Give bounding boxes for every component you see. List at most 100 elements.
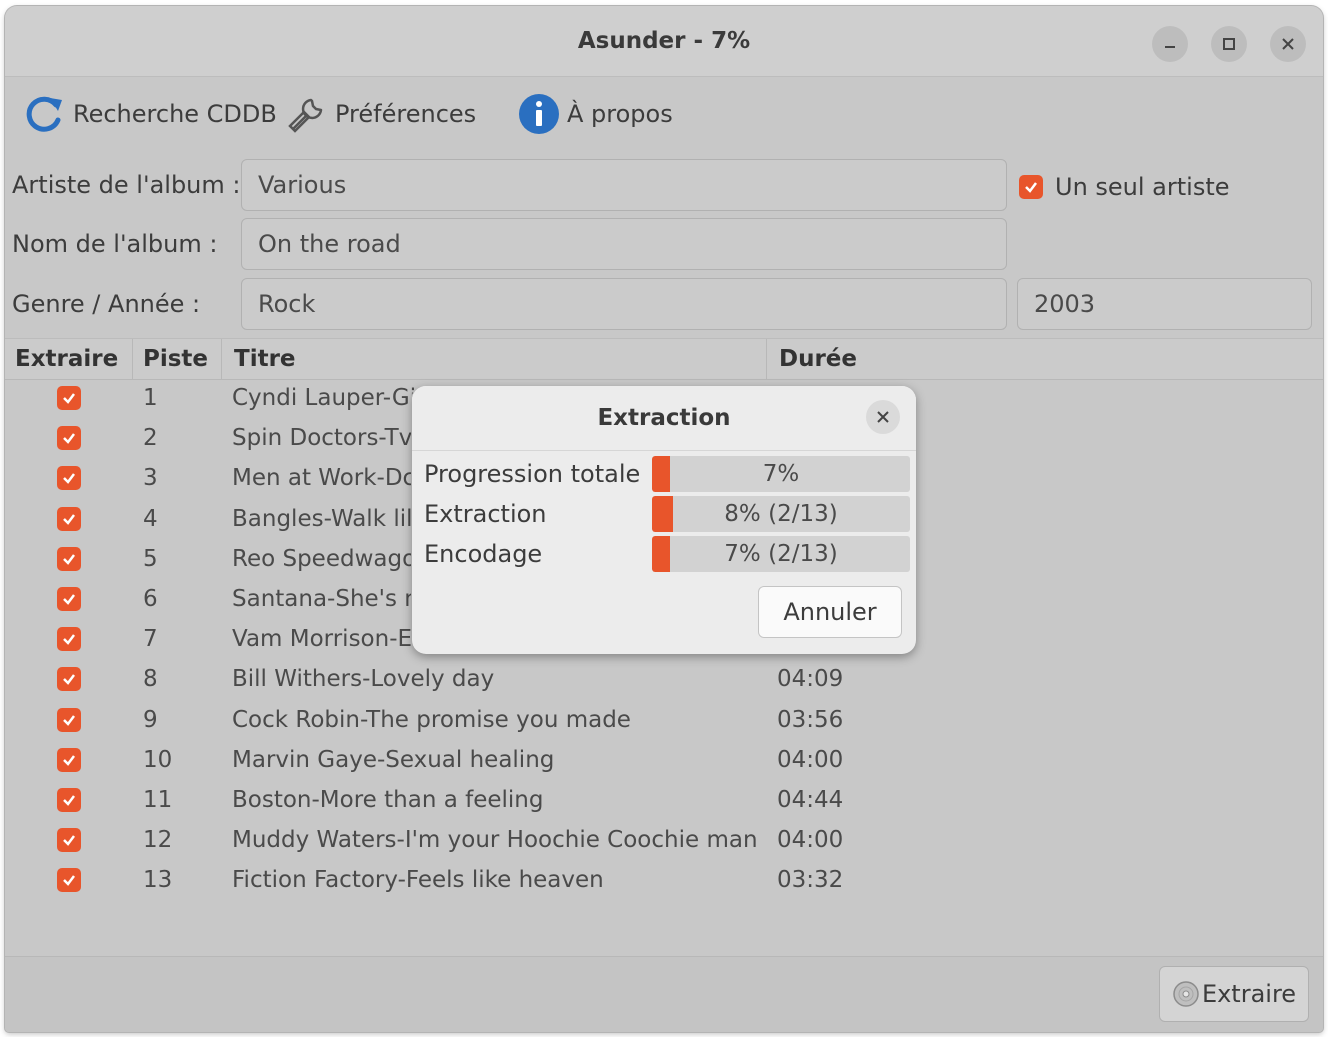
track-duration: 04:09 <box>777 666 844 693</box>
bottom-bar: Extraire <box>5 956 1323 1032</box>
artist-field[interactable]: Various <box>241 159 1007 211</box>
track-title[interactable]: Santana-She's n <box>232 579 419 619</box>
maximize-icon <box>1223 38 1235 50</box>
track-number: 4 <box>143 505 158 532</box>
track-title[interactable]: Vam Morrison-E <box>232 619 412 659</box>
single-artist-checkbox[interactable]: Un seul artiste <box>1019 173 1230 201</box>
track-title[interactable]: Bill Withers-Lovely day <box>232 659 494 699</box>
dialog-close-button[interactable] <box>866 400 900 434</box>
track-table-header: Extraire Piste Titre Durée <box>5 338 1323 380</box>
toolbar: Recherche CDDB Préférences À propos <box>5 76 1323 154</box>
column-duration[interactable]: Durée <box>767 339 1323 379</box>
extraction-progress-label: Extraction <box>424 500 547 528</box>
track-number: 12 <box>143 827 173 854</box>
genre-field[interactable]: Rock <box>241 278 1007 330</box>
year-field[interactable]: 2003 <box>1017 278 1312 330</box>
dialog-title: Extraction <box>597 405 731 431</box>
column-title[interactable]: Titre <box>222 339 767 379</box>
close-icon <box>1282 38 1294 50</box>
extract-checkbox[interactable] <box>57 828 81 853</box>
table-row[interactable]: 13 Fiction Factory-Feels like heaven 03:32 <box>5 860 1323 900</box>
extract-checkbox[interactable] <box>57 386 81 410</box>
album-label: Nom de l'album : <box>12 230 218 258</box>
minimize-button[interactable] <box>1152 26 1188 62</box>
track-title[interactable]: Muddy Waters-I'm your Hoochie Coochie ma… <box>232 820 758 860</box>
extract-checkbox[interactable] <box>57 707 81 732</box>
encoding-progress-bar: 7% (2/13) <box>652 536 910 572</box>
single-artist-label: Un seul artiste <box>1055 173 1230 201</box>
extract-checkbox[interactable] <box>57 868 81 893</box>
about-label: À propos <box>567 100 673 128</box>
extract-checkbox[interactable] <box>57 627 81 652</box>
total-progress-label: Progression totale <box>424 460 641 488</box>
track-title[interactable]: Fiction Factory-Feels like heaven <box>232 860 604 900</box>
cancel-button[interactable]: Annuler <box>758 586 902 638</box>
column-track[interactable]: Piste <box>133 339 222 379</box>
dialog-header: Extraction <box>412 386 916 451</box>
preferences-label: Préférences <box>335 100 477 128</box>
extract-checkbox[interactable] <box>57 466 81 491</box>
track-duration: 03:56 <box>777 706 844 733</box>
track-duration: 04:00 <box>777 827 844 854</box>
extract-checkbox[interactable] <box>57 426 81 451</box>
extract-checkbox[interactable] <box>57 788 81 812</box>
track-number: 11 <box>143 787 173 813</box>
track-title[interactable]: Bangles-Walk lil <box>232 499 413 539</box>
total-progress-text: 7% <box>762 461 800 487</box>
preferences-button[interactable]: Préférences <box>285 92 476 136</box>
track-number: 1 <box>143 385 158 411</box>
track-title[interactable]: Marvin Gaye-Sexual healing <box>232 740 554 780</box>
extraction-dialog: Extraction Progression totale 7% Extract… <box>412 386 916 654</box>
cd-icon <box>1173 981 1199 1007</box>
track-duration: 04:00 <box>777 746 844 773</box>
track-duration: 04:44 <box>777 787 844 813</box>
refresh-icon <box>26 96 62 132</box>
title-bar: Asunder - 7% <box>5 6 1323 77</box>
track-duration: 03:32 <box>777 867 844 894</box>
track-number: 7 <box>143 626 158 653</box>
track-title[interactable]: Boston-More than a feeling <box>232 780 543 820</box>
minimize-icon <box>1165 46 1175 48</box>
track-number: 13 <box>143 867 173 894</box>
about-button[interactable]: À propos <box>517 92 673 136</box>
maximize-button[interactable] <box>1211 26 1247 62</box>
extract-checkbox[interactable] <box>57 546 81 571</box>
track-number: 10 <box>143 746 173 773</box>
track-number: 2 <box>143 425 158 452</box>
track-title[interactable]: Cock Robin-The promise you made <box>232 700 631 740</box>
checkbox-checked-icon <box>1019 175 1043 199</box>
track-title[interactable]: Cyndi Lauper-Gi <box>232 378 416 418</box>
total-progress-bar: 7% <box>652 456 910 492</box>
artist-label: Artiste de l'album : <box>12 171 241 199</box>
table-row[interactable]: 9 Cock Robin-The promise you made 03:56 <box>5 700 1323 740</box>
extraction-progress-text: 8% (2/13) <box>724 501 838 527</box>
track-number: 9 <box>143 706 158 733</box>
extract-checkbox[interactable] <box>57 587 81 611</box>
album-field[interactable]: On the road <box>241 218 1007 270</box>
wrench-icon <box>288 98 323 133</box>
track-number: 5 <box>143 545 158 572</box>
track-number: 3 <box>143 465 158 492</box>
track-number: 8 <box>143 666 158 693</box>
track-title[interactable]: Reo Speedwago <box>232 539 416 579</box>
table-row[interactable]: 8 Bill Withers-Lovely day 04:09 <box>5 659 1323 699</box>
table-row[interactable]: 12 Muddy Waters-I'm your Hoochie Coochie … <box>5 820 1323 860</box>
genre-year-label: Genre / Année : <box>12 290 201 318</box>
extract-button[interactable]: Extraire <box>1159 966 1309 1022</box>
extraction-progress-bar: 8% (2/13) <box>652 496 910 532</box>
track-title[interactable]: Spin Doctors-Tv <box>232 418 412 458</box>
window-title: Asunder - 7% <box>577 28 751 54</box>
close-button[interactable] <box>1270 26 1306 62</box>
table-row[interactable]: 11 Boston-More than a feeling 04:44 <box>5 780 1323 820</box>
track-title[interactable]: Men at Work-Dc <box>232 458 415 498</box>
extract-checkbox[interactable] <box>57 506 81 531</box>
extract-button-label: Extraire <box>1201 980 1297 1008</box>
cddb-lookup-button[interactable]: Recherche CDDB <box>23 92 277 136</box>
extract-checkbox[interactable] <box>57 667 81 692</box>
table-row[interactable]: 10 Marvin Gaye-Sexual healing 04:00 <box>5 740 1323 780</box>
cddb-label: Recherche CDDB <box>73 100 277 128</box>
encoding-progress-label: Encodage <box>424 540 543 568</box>
extract-checkbox[interactable] <box>57 747 81 772</box>
column-extract[interactable]: Extraire <box>5 339 133 379</box>
track-number: 6 <box>143 586 158 612</box>
